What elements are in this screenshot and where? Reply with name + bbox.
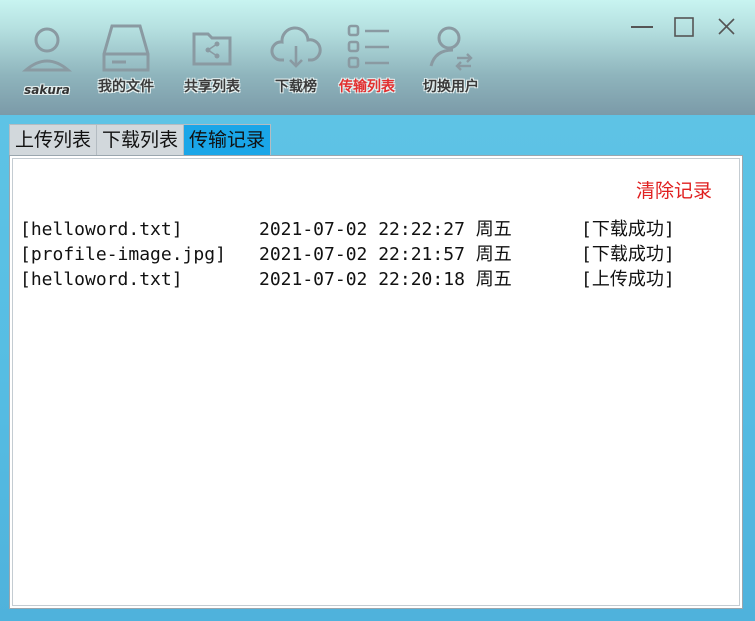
- record-status: [上传成功]: [581, 269, 675, 290]
- tab-upload-list[interactable]: 上传列表: [9, 124, 97, 156]
- toolbar-download-rank[interactable]: 下载榜: [268, 20, 324, 96]
- toolbar-label: 下载榜: [275, 79, 317, 95]
- tab-bar: 上传列表 下载列表 传输记录: [9, 124, 272, 156]
- minimize-button[interactable]: [627, 12, 657, 42]
- record-row: [helloword.txt] 2021-07-02 22:20:18 周五 […: [20, 267, 720, 292]
- record-time: 2021-07-02 22:20:18 周五: [259, 269, 512, 290]
- toolbar-shared-list[interactable]: 共享列表: [184, 20, 240, 96]
- record-list: [helloword.txt] 2021-07-02 22:22:27 周五 […: [20, 217, 720, 292]
- record-row: [profile-image.jpg] 2021-07-02 22:21:57 …: [20, 242, 720, 267]
- close-button[interactable]: [712, 12, 742, 42]
- toolbar-label: 传输列表: [339, 79, 395, 95]
- username-label: sakura: [24, 83, 70, 97]
- record-status: [下载成功]: [581, 244, 675, 265]
- clear-records-button[interactable]: 清除记录: [636, 176, 712, 203]
- toolbar-label: 切换用户: [423, 79, 479, 95]
- toolbar-label: 共享列表: [184, 79, 240, 95]
- tab-download-list[interactable]: 下载列表: [96, 124, 184, 156]
- toolbar-transfer-list[interactable]: 传输列表: [339, 20, 395, 96]
- record-time: 2021-07-02 22:22:27 周五: [259, 219, 512, 240]
- cloud-download-icon: [268, 20, 324, 76]
- close-icon: [712, 12, 742, 42]
- title-bar: sakura 我的文件 共享列表 下载榜 传输列表 切换用户: [0, 0, 755, 115]
- minimize-icon: [627, 12, 657, 42]
- record-list-area: 清除记录 [helloword.txt] 2021-07-02 22:22:27…: [12, 158, 740, 606]
- record-file: [helloword.txt]: [20, 219, 183, 240]
- transfer-record-panel: 清除记录 [helloword.txt] 2021-07-02 22:22:27…: [9, 155, 743, 609]
- record-time: 2021-07-02 22:21:57 周五: [259, 244, 512, 265]
- toolbar-my-files[interactable]: 我的文件: [98, 20, 154, 96]
- tab-transfer-records[interactable]: 传输记录: [183, 124, 272, 156]
- record-file: [profile-image.jpg]: [20, 244, 226, 265]
- record-row: [helloword.txt] 2021-07-02 22:22:27 周五 […: [20, 217, 720, 242]
- record-file: [helloword.txt]: [20, 269, 183, 290]
- record-status: [下载成功]: [581, 219, 675, 240]
- shared-folder-icon: [184, 20, 240, 76]
- toolbar-label: 我的文件: [98, 79, 154, 95]
- switch-user-icon: [423, 20, 479, 76]
- maximize-icon: [670, 12, 700, 42]
- user-avatar-button[interactable]: [18, 22, 76, 80]
- user-avatar-icon: [18, 22, 76, 80]
- maximize-button[interactable]: [670, 12, 700, 42]
- list-icon: [339, 20, 395, 76]
- drive-icon: [98, 20, 154, 76]
- toolbar-switch-user[interactable]: 切换用户: [423, 20, 479, 96]
